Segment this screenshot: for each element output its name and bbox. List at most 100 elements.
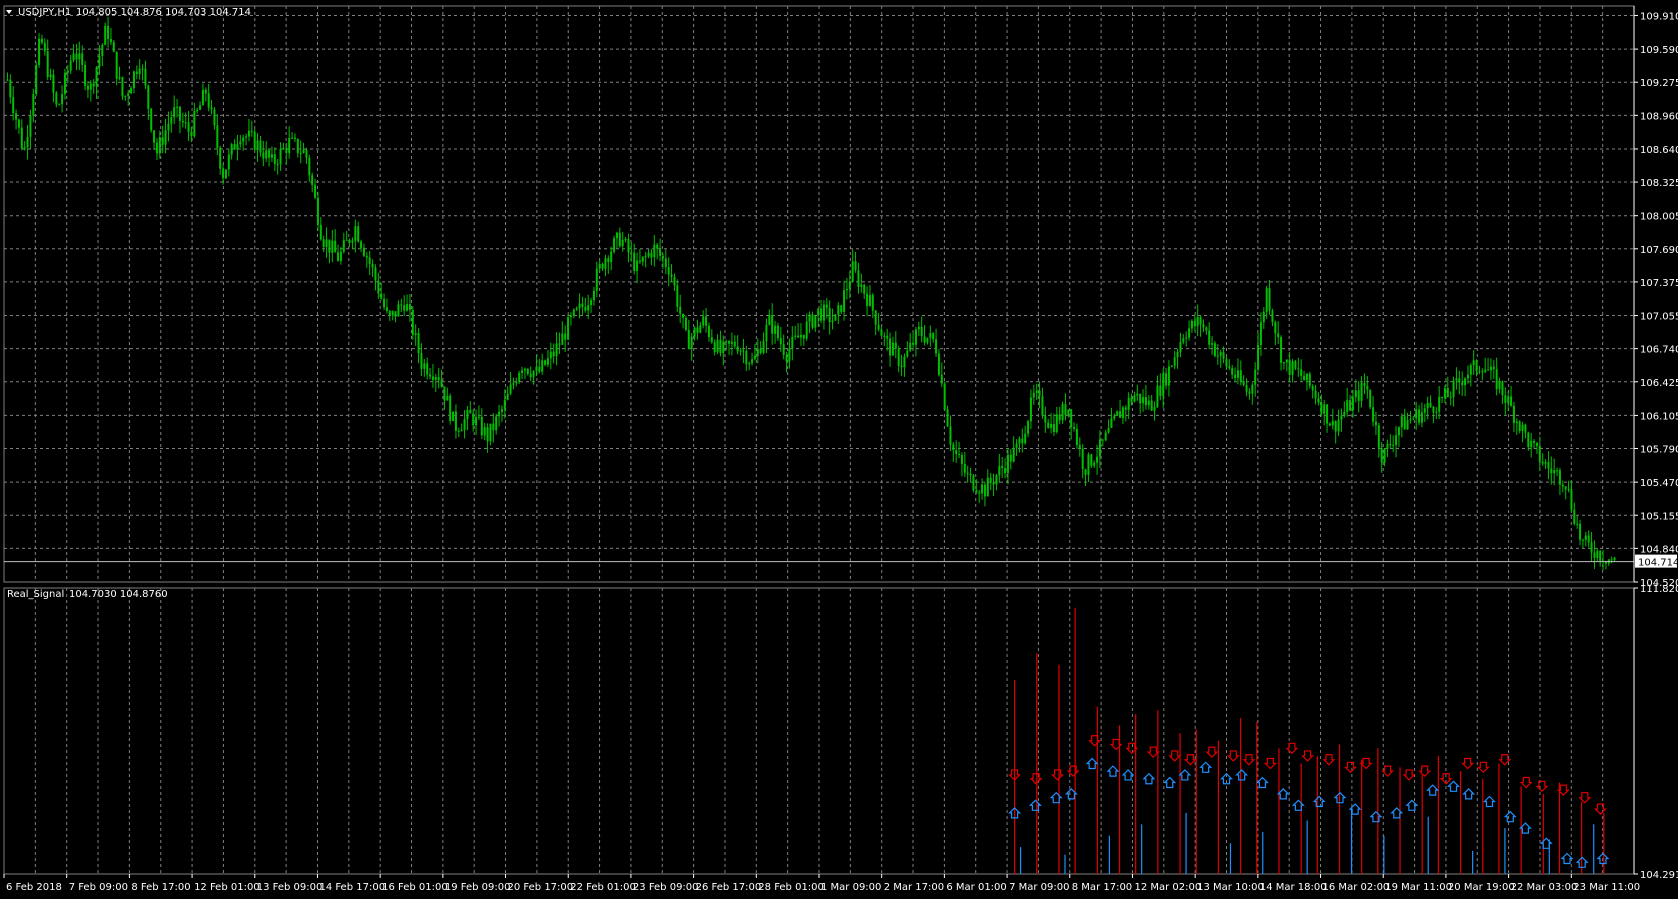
- candle-body: [1303, 375, 1306, 381]
- candle-body: [227, 154, 230, 170]
- candle-body: [440, 380, 443, 387]
- candle-body: [940, 374, 943, 384]
- candle-body: [1579, 523, 1582, 540]
- candle-body: [1343, 411, 1346, 416]
- candle-body: [742, 350, 745, 352]
- candle-body: [454, 411, 457, 431]
- candle-body: [713, 342, 716, 352]
- candle-body: [1110, 418, 1113, 428]
- up-arrow-icon: [1447, 780, 1460, 792]
- candle-body: [595, 268, 598, 291]
- candle-body: [937, 353, 940, 375]
- candle-body: [1098, 439, 1101, 457]
- candle-body: [1058, 414, 1061, 421]
- candle-body: [6, 79, 9, 81]
- candle-body: [702, 316, 705, 326]
- candle-body: [1328, 423, 1331, 426]
- candle-body: [1406, 420, 1409, 430]
- candle-body: [1055, 414, 1058, 433]
- candle-body: [736, 346, 739, 352]
- candle-body: [1518, 421, 1521, 431]
- candle-body: [791, 336, 794, 350]
- candle-body: [521, 370, 524, 373]
- mt4-chart-window[interactable]: 6 Feb 2018 7 Feb 09:00 8 Feb 17:00 12 Feb 0…: [0, 0, 1678, 895]
- candle-body: [1458, 378, 1461, 383]
- candle-body: [699, 325, 702, 333]
- x-tick-label: 19 Mar 11:00: [1385, 882, 1452, 893]
- up-arrow-icon: [1178, 769, 1192, 781]
- candle-body: [1547, 462, 1550, 469]
- candle-body: [1061, 404, 1064, 421]
- down-arrow-icon: [1359, 757, 1373, 770]
- candle-body: [495, 416, 498, 431]
- candle-body: [52, 74, 55, 93]
- y-tick-label: 111.8202: [1640, 584, 1678, 595]
- indicator-values: 104.7030 104.8760: [69, 589, 168, 600]
- candle-body: [535, 366, 538, 372]
- chart-canvas[interactable]: 6 Feb 2018 7 Feb 09:00 8 Feb 17:00 12 Feb 0…: [0, 0, 1678, 895]
- candle-body: [1274, 322, 1277, 334]
- down-arrow-icon: [1301, 750, 1314, 762]
- candle-body: [270, 154, 273, 158]
- candle-body: [296, 138, 299, 154]
- candle-body: [1377, 425, 1380, 448]
- candle-body: [561, 333, 564, 345]
- candle-body: [55, 92, 58, 105]
- up-arrow-icon: [1312, 795, 1326, 808]
- candle-body: [63, 72, 66, 95]
- candle-body: [1104, 432, 1107, 441]
- candle-body: [253, 131, 256, 150]
- candle-body: [848, 281, 851, 290]
- y-tick-label: 104.840: [1640, 544, 1678, 555]
- candle-body: [972, 475, 975, 491]
- candle-body: [1170, 365, 1173, 367]
- candle-body: [1564, 486, 1567, 490]
- candle-body: [874, 310, 877, 325]
- candle-body: [860, 284, 863, 287]
- candle-body: [1205, 327, 1208, 331]
- candle-body: [1570, 489, 1573, 510]
- candle-body: [250, 130, 253, 132]
- candle-body: [268, 150, 271, 158]
- down-arrow-icon: [1168, 750, 1182, 762]
- candle-body: [728, 340, 731, 344]
- down-arrow-icon: [1242, 754, 1256, 766]
- candle-body: [1070, 409, 1073, 428]
- candle-body: [1285, 359, 1288, 363]
- candle-body: [604, 258, 607, 269]
- candle-body: [1397, 427, 1400, 436]
- candle-body: [1432, 406, 1435, 413]
- candle-body: [1127, 397, 1130, 410]
- candle-body: [84, 64, 87, 86]
- candle-body: [932, 332, 935, 340]
- candle-body: [109, 38, 112, 43]
- candle-body: [710, 337, 713, 343]
- candle-body: [1489, 366, 1492, 371]
- candle-body: [828, 307, 831, 323]
- candle-body: [1426, 402, 1429, 409]
- x-tick-label: 19 Feb 09:00: [445, 882, 511, 893]
- candle-body: [1265, 288, 1268, 312]
- candle-body: [1443, 387, 1446, 398]
- collapse-triangle-icon[interactable]: [6, 10, 12, 14]
- candle-body: [388, 311, 391, 316]
- y-tick-label: 109.910: [1640, 11, 1678, 22]
- candle-body: [135, 71, 138, 74]
- candle-body: [587, 305, 590, 311]
- candle-body: [679, 306, 682, 314]
- candle-body: [613, 238, 616, 252]
- candle-body: [1567, 489, 1570, 491]
- indicator-name: Real_Signal: [7, 589, 64, 600]
- candle-body: [394, 311, 397, 317]
- candle-body: [423, 363, 426, 369]
- candle-body: [1544, 462, 1547, 464]
- candle-body: [1435, 411, 1438, 413]
- candle-body: [1484, 369, 1487, 372]
- candle-body: [707, 325, 710, 338]
- candle-body: [687, 329, 690, 349]
- candle-body: [929, 332, 932, 338]
- candle-body: [1202, 324, 1205, 328]
- candle-body: [592, 290, 595, 301]
- candle-body: [362, 247, 365, 256]
- up-arrow-icon: [1426, 784, 1440, 796]
